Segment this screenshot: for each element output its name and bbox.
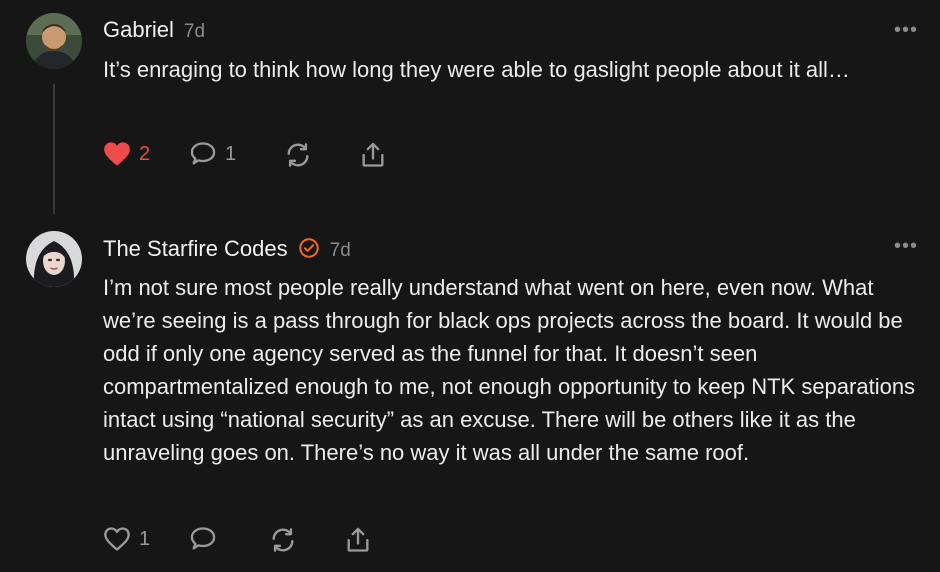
share-button[interactable] <box>359 141 387 169</box>
verified-badge-icon <box>298 237 320 265</box>
share-button[interactable] <box>344 526 372 554</box>
author-name[interactable]: Gabriel <box>103 17 174 42</box>
repost-button[interactable] <box>269 526 297 554</box>
post-text: I’m not sure most people really understa… <box>103 275 916 465</box>
author-name[interactable]: The Starfire Codes <box>103 236 288 261</box>
heart-icon <box>103 526 131 552</box>
post-time[interactable]: 7d <box>184 21 205 42</box>
share-icon <box>344 526 372 554</box>
heart-icon <box>103 141 131 167</box>
like-button[interactable]: 2 <box>103 141 150 167</box>
comment-icon <box>189 141 217 167</box>
thread-line <box>53 84 55 214</box>
author-header: Gabriel 7d <box>103 17 205 43</box>
like-count: 1 <box>139 527 151 550</box>
post-starfire: The Starfire Codes 7d ••• I’m not sure mo… <box>0 220 940 572</box>
post-time[interactable]: 7d <box>330 240 351 261</box>
repost-icon <box>284 141 312 169</box>
avatar-starfire[interactable] <box>26 231 82 287</box>
reply-count: 1 <box>225 142 237 165</box>
avatar-gabriel[interactable] <box>26 13 82 69</box>
like-count: 2 <box>139 142 151 165</box>
comment-icon <box>189 526 217 552</box>
repost-icon <box>269 526 297 554</box>
more-icon[interactable]: ••• <box>894 236 918 256</box>
post-gabriel: Gabriel 7d ••• It’s enraging to think how… <box>0 0 940 220</box>
like-button[interactable]: 1 <box>103 526 150 552</box>
more-icon[interactable]: ••• <box>894 20 918 40</box>
author-header: The Starfire Codes 7d <box>103 236 351 265</box>
reply-button[interactable]: 1 <box>189 141 236 167</box>
post-text: It’s enraging to think how long they wer… <box>103 57 850 82</box>
share-icon <box>359 141 387 169</box>
reply-button[interactable] <box>189 526 225 552</box>
repost-button[interactable] <box>284 141 312 169</box>
